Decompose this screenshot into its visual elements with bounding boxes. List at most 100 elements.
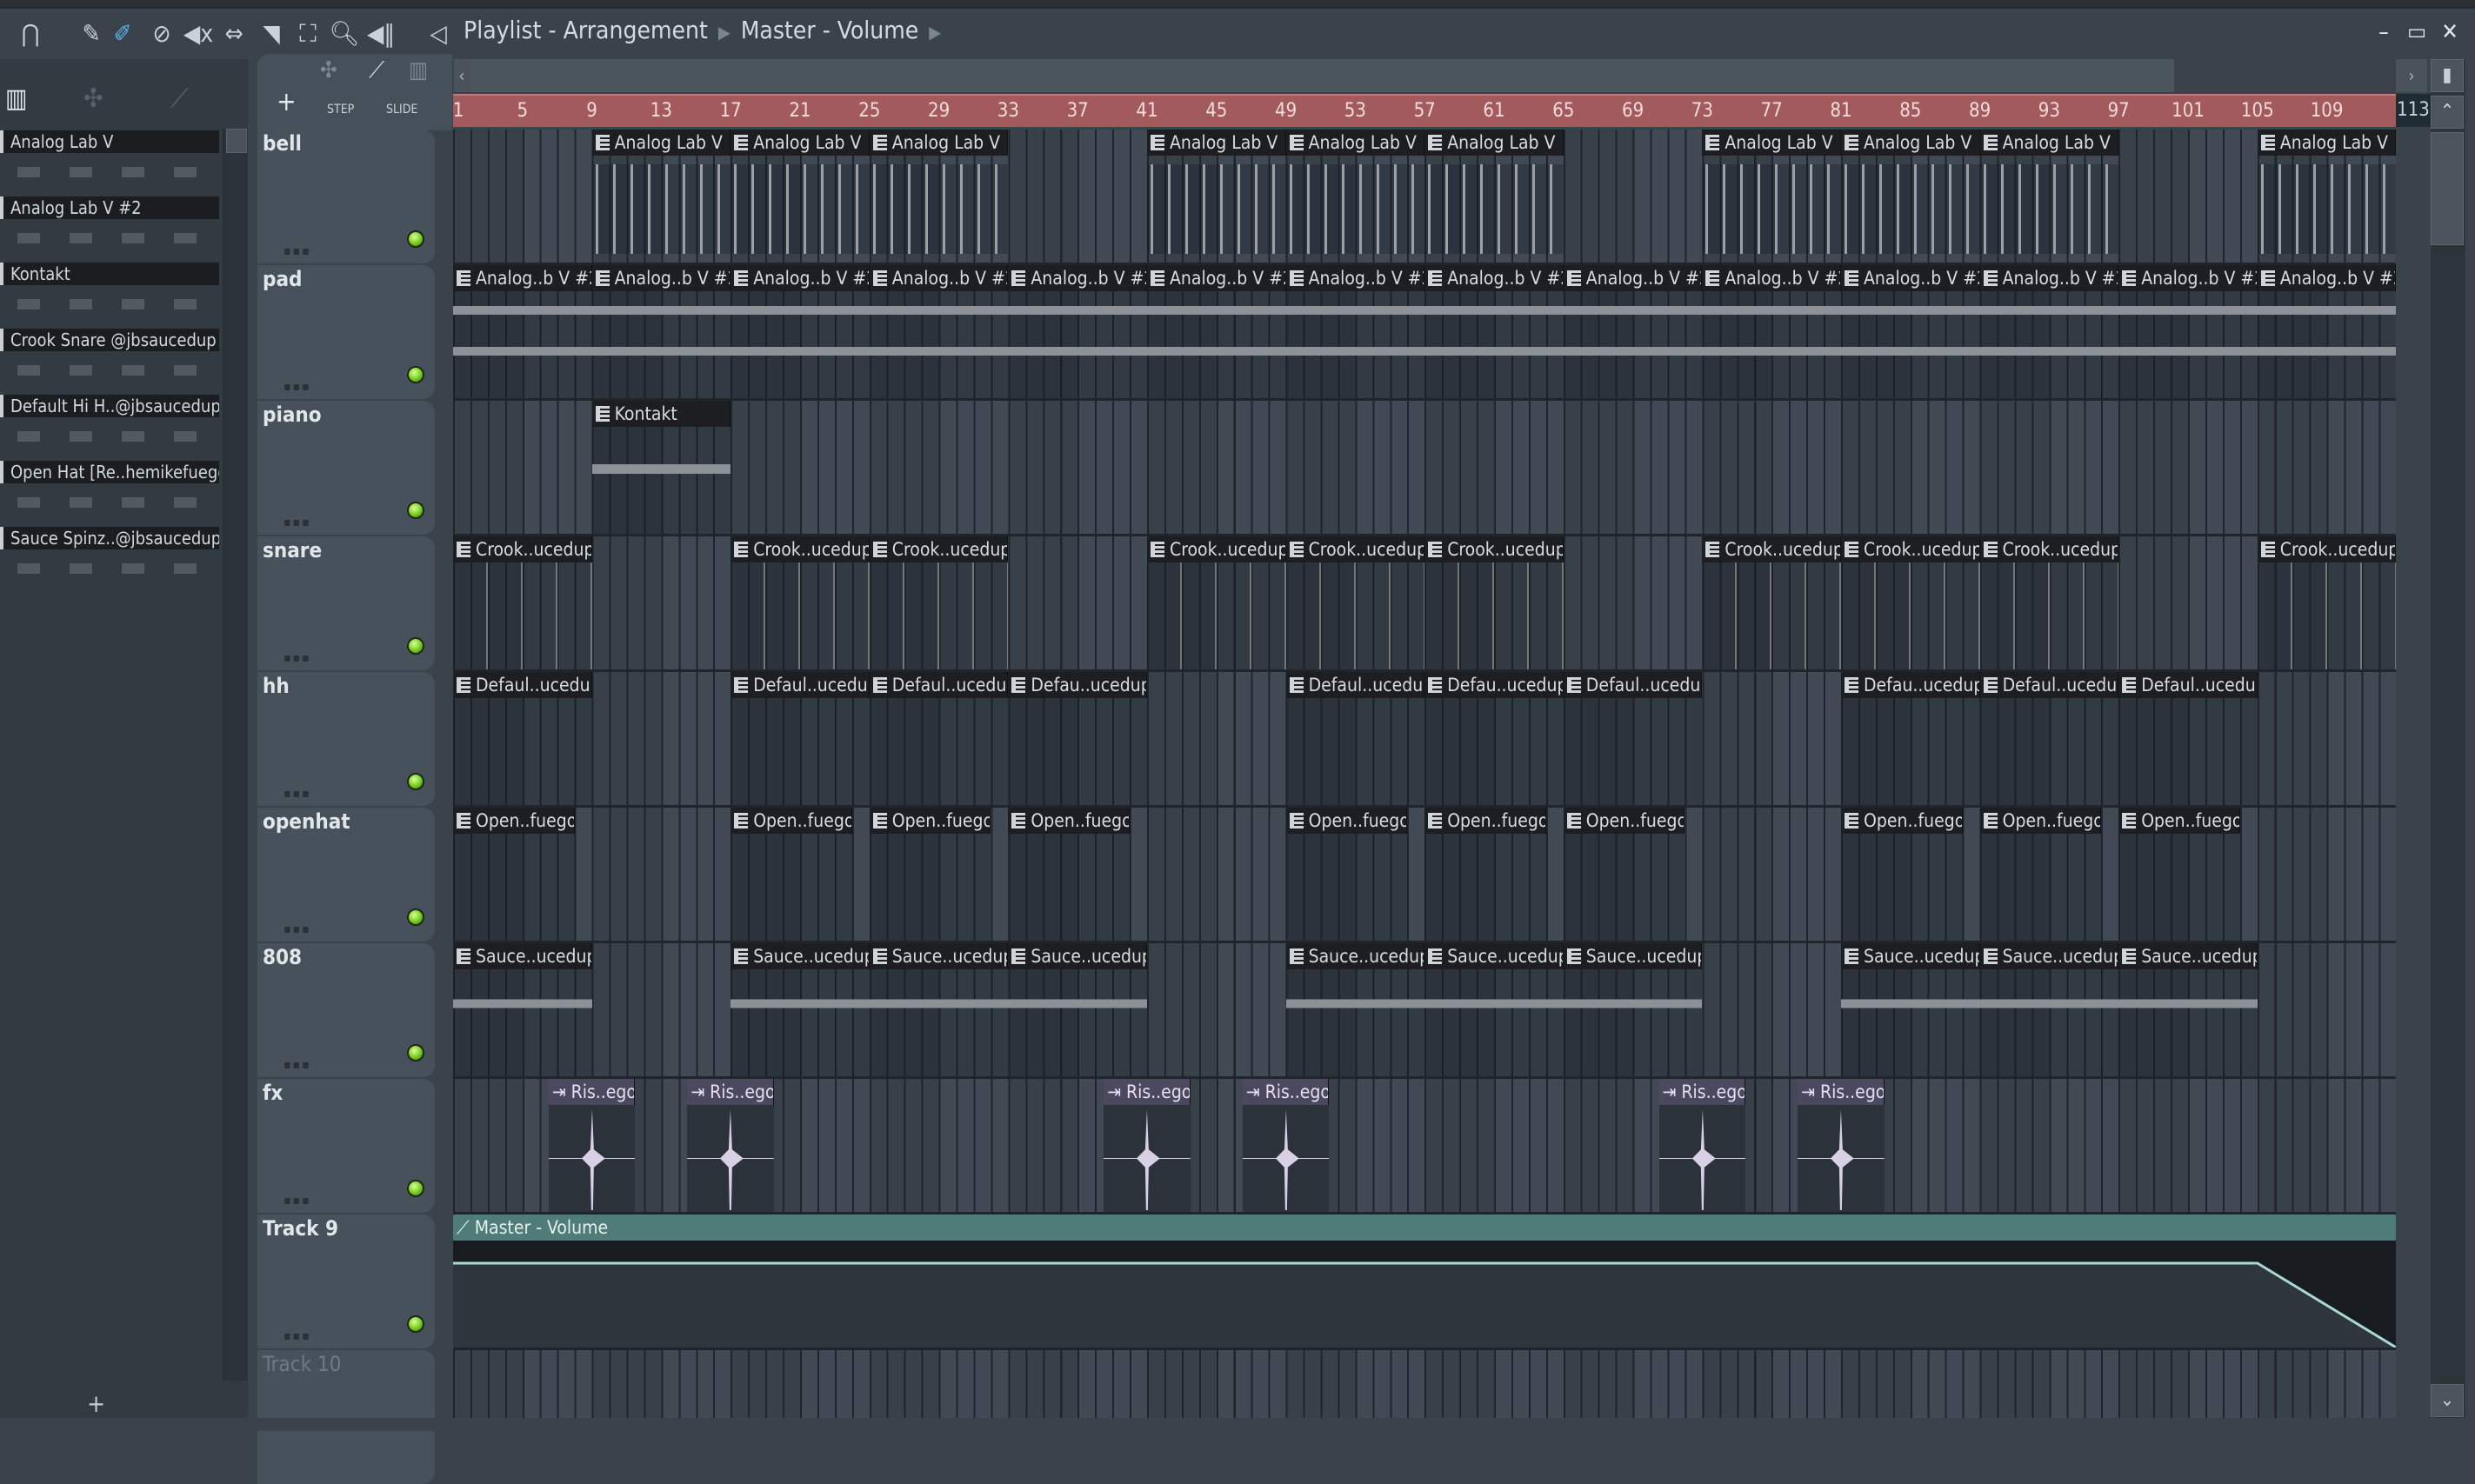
track-header[interactable]: pad ▪▪▪ (257, 265, 435, 399)
add-track-button[interactable]: + (277, 87, 297, 117)
waveform-icon[interactable]: ✣ (83, 83, 103, 114)
picker-item[interactable]: Sauce Spinz..@jbsaucedup (0, 527, 219, 593)
title-target[interactable]: Master - Volume (741, 16, 919, 44)
clip-header[interactable]: Open..fuego (2118, 808, 2240, 834)
clip-header[interactable]: Crook..ucedup (730, 536, 870, 562)
pattern-clip[interactable]: Crook..ucedup (2257, 536, 2396, 669)
clip-header[interactable]: Defaul..ucedup (869, 672, 1009, 698)
pattern-clip[interactable]: Crook..ucedup (453, 536, 592, 669)
audio-clip[interactable]: ⇥ Ris..ego (687, 1079, 775, 1212)
pattern-clip[interactable]: Analog Lab V (591, 130, 731, 263)
clip-header[interactable]: Open..fuego (1285, 808, 1408, 834)
clip-header[interactable]: Defaul..ucedup (2118, 672, 2258, 698)
timeline-ruler[interactable]: 1 5 9 13 17 21 25 29 33 37 41 45 49 53 57 61 65 69 73 77 81 8… (453, 94, 2396, 127)
clip-header[interactable]: Open..fuego (1979, 808, 2102, 834)
vertical-scrollbar[interactable]: ▮ ⌃ ⌄ (2431, 59, 2465, 1418)
pattern-clip[interactable]: Open..fuego (1563, 808, 1685, 941)
clip-header[interactable]: Analog Lab V (1841, 130, 1980, 156)
audio-clip[interactable]: ⇥ Ris..ego (1104, 1079, 1191, 1212)
pattern-clip[interactable]: Defaul..ucedup (869, 672, 1009, 805)
track-enable-led[interactable] (407, 1044, 424, 1061)
pattern-clip[interactable]: Analog..b V #2 (591, 265, 731, 398)
clip-header[interactable]: Open..fuego (730, 808, 852, 834)
pattern-clip[interactable]: Open..fuego (453, 808, 575, 941)
pattern-clip[interactable]: Crook..ucedup (1702, 536, 1841, 669)
clip-header[interactable]: Analog..b V #2 (1285, 265, 1425, 291)
track-enable-led[interactable] (407, 1315, 424, 1333)
clip-header[interactable]: Sauce..ucedup (1979, 943, 2119, 969)
clip-header[interactable]: Crook..ucedup (1702, 536, 1841, 562)
picker-item[interactable]: Kontakt (0, 263, 219, 329)
pattern-clip[interactable]: Analog..b V #2 (453, 265, 592, 398)
zoom-icon[interactable]: 🔍︎ (329, 19, 360, 49)
pattern-clip[interactable]: Defaul..ucedup (1563, 672, 1703, 805)
pattern-clip[interactable]: Analog..b V #2 (730, 265, 870, 398)
piano-icon[interactable]: ▥ (409, 57, 428, 83)
track-enable-led[interactable] (407, 230, 424, 248)
pattern-clip[interactable]: Crook..ucedup (730, 536, 870, 669)
track-header[interactable]: Track 10 (257, 1350, 435, 1484)
picker-item[interactable]: Analog Lab V #2 (0, 196, 219, 263)
clip-header[interactable]: Analog..b V #2 (1563, 265, 1703, 291)
track-options-dots[interactable]: ▪▪▪ (284, 1329, 311, 1343)
track-enable-led[interactable] (407, 366, 424, 383)
pattern-clip[interactable]: Crook..ucedup (869, 536, 1009, 669)
scroll-left-button[interactable]: ‹ (454, 59, 470, 92)
clip-header[interactable]: ⇥ Ris..ego (1242, 1079, 1330, 1105)
pattern-clip[interactable]: Sauce..ucedup (1563, 943, 1703, 1076)
clip-header[interactable]: Analog Lab V (1702, 130, 1841, 156)
scroll-up-button[interactable]: ⌃ (2431, 96, 2464, 129)
clip-header[interactable]: Analog Lab V (1424, 130, 1564, 156)
pattern-clip[interactable]: Defau..ucedup (1424, 672, 1564, 805)
pattern-clip[interactable]: Analog Lab V (1702, 130, 1841, 263)
clip-header[interactable]: Open..fuego (1008, 808, 1131, 834)
track-options-dots[interactable]: ▪▪▪ (284, 1058, 311, 1072)
clip-header[interactable]: Analog..b V #2 (1841, 265, 1980, 291)
picker-scrollbar[interactable] (223, 129, 248, 1381)
clip-header[interactable]: Crook..ucedup (1841, 536, 1980, 562)
track-header[interactable]: fx ▪▪▪ (257, 1079, 435, 1213)
clip-header[interactable]: Analog Lab V (591, 130, 731, 156)
pattern-clip[interactable]: Sauce..ucedup (730, 943, 870, 1076)
pattern-clip[interactable]: Crook..ucedup (1285, 536, 1425, 669)
pattern-clip[interactable]: Analog Lab V (1147, 130, 1286, 263)
delete-icon[interactable]: ⊘ (147, 19, 177, 49)
clip-header[interactable]: Analog Lab V (1285, 130, 1425, 156)
pattern-clip[interactable]: Analog Lab V (730, 130, 870, 263)
picker-item[interactable]: Default Hi H..@jbsaucedup (0, 395, 219, 461)
clip-header[interactable]: Crook..ucedup (1147, 536, 1286, 562)
clip-header[interactable]: Analog..b V #2 (1979, 265, 2119, 291)
pattern-clip[interactable]: Kontakt (591, 401, 731, 534)
automation-clip-header[interactable]: ⟋ Master - Volume (453, 1214, 2396, 1241)
track-enable-led[interactable] (407, 773, 424, 790)
automation-clip[interactable]: ⟋ Master - Volume (453, 1214, 2396, 1349)
clip-header[interactable]: Analog..b V #2 (869, 265, 1009, 291)
slide-toggle[interactable]: SLIDE (386, 103, 417, 116)
clip-header[interactable]: Analog Lab V (2257, 130, 2396, 156)
pattern-clip[interactable]: Open..fuego (730, 808, 852, 941)
chevron-right-icon[interactable]: ▶ (929, 22, 941, 43)
pattern-clip[interactable]: Sauce..ucedup (1841, 943, 1980, 1076)
pattern-clip[interactable]: Analog..b V #2 (1147, 265, 1286, 398)
clip-header[interactable]: Open..fuego (453, 808, 575, 834)
pattern-clip[interactable]: Sauce..ucedup (2118, 943, 2258, 1076)
pattern-clip[interactable]: Sauce..ucedup (1979, 943, 2119, 1076)
clip-header[interactable]: Crook..ucedup (2257, 536, 2396, 562)
clip-header[interactable]: Open..fuego (1424, 808, 1546, 834)
clip-header[interactable]: Sauce..ucedup (1841, 943, 1980, 969)
clip-header[interactable]: Sauce..ucedup (869, 943, 1009, 969)
clip-header[interactable]: Sauce..ucedup (730, 943, 870, 969)
clip-header[interactable]: Analog Lab V (1147, 130, 1286, 156)
scroll-thumb[interactable] (2431, 132, 2464, 245)
pattern-clip[interactable]: Open..fuego (869, 808, 991, 941)
pattern-clip[interactable]: Analog..b V #2 (2257, 265, 2396, 398)
clip-header[interactable]: Defaul..ucedup (730, 672, 870, 698)
clip-header[interactable]: Defaul..ucedup (1563, 672, 1703, 698)
close-button[interactable]: ✕ (2437, 19, 2463, 45)
clip-header[interactable]: Analog..b V #2 (1424, 265, 1564, 291)
scroll-menu-button[interactable]: ▮ (2431, 59, 2464, 92)
clip-header[interactable]: Sauce..ucedup (453, 943, 592, 969)
pattern-clip[interactable]: Analog..b V #2 (1424, 265, 1564, 398)
picker-item[interactable]: Crook Snare @jbsaucedup (0, 329, 219, 395)
clip-header[interactable]: Analog..b V #2 (1702, 265, 1841, 291)
